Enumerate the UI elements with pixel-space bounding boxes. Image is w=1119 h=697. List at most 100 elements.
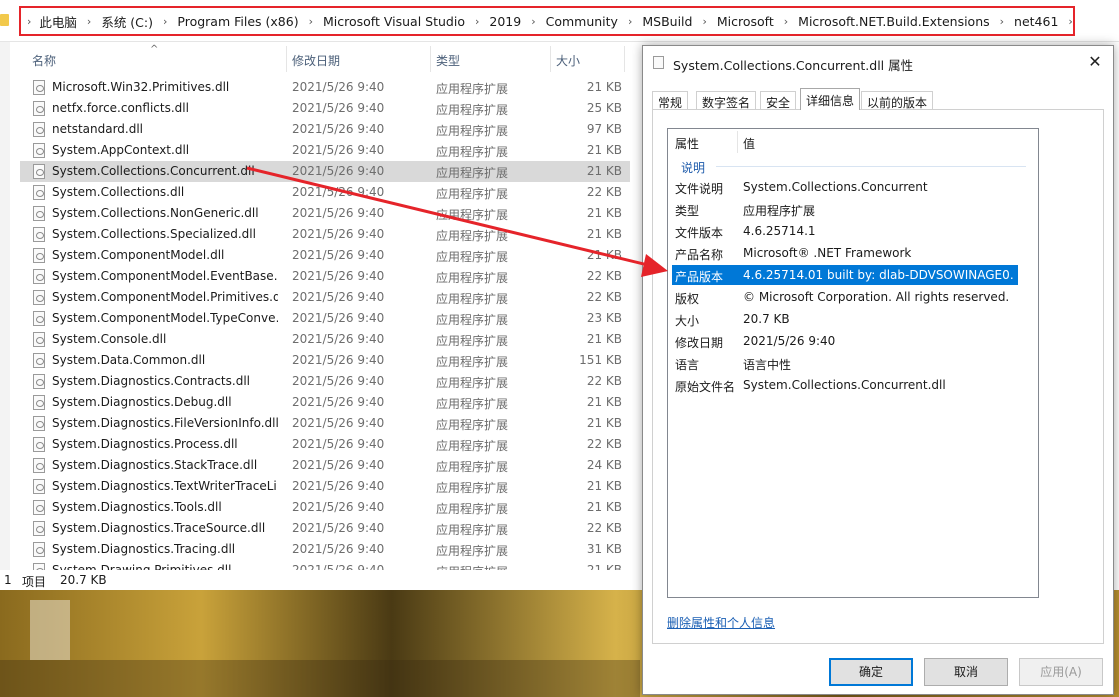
file-row[interactable]: System.Diagnostics.Process.dll 2021/5/26 … (20, 434, 630, 455)
breadcrumb[interactable]: › 此电脑 › 系统 (C:) › Program Files (x86) › Microso… (19, 6, 1075, 36)
file-row[interactable]: System.Collections.Specialized.dll 2021/5… (20, 224, 630, 245)
breadcrumb-item[interactable]: Community (546, 14, 618, 29)
dll-file-icon (33, 122, 45, 137)
column-header-size[interactable]: 大小 (556, 52, 580, 69)
file-row[interactable]: System.Collections.NonGeneric.dll 2021/5/… (20, 203, 630, 224)
file-type: 应用程序扩展 (436, 166, 509, 180)
file-row[interactable]: System.ComponentModel.EventBase… 2021/5/2… (20, 266, 630, 287)
dialog-title-bar[interactable]: System.Collections.Concurrent.dll 属性 ✕ (643, 46, 1113, 78)
property-row[interactable]: 版权 © Microsoft Corporation. All rights re… (672, 287, 1018, 307)
breadcrumb-item[interactable]: Microsoft (717, 14, 774, 29)
chevron-right-icon[interactable]: › (1000, 15, 1004, 28)
chevron-right-icon[interactable]: › (531, 15, 535, 28)
property-key: 版权 (675, 292, 700, 306)
tab-0[interactable]: 常规 (652, 91, 689, 110)
chevron-right-icon[interactable]: › (1068, 15, 1072, 28)
file-row[interactable]: System.ComponentModel.TypeConve… 2021/5/2… (20, 308, 630, 329)
property-row[interactable]: 类型 应用程序扩展 (672, 199, 1018, 219)
column-header-type[interactable]: 类型 (436, 52, 460, 69)
tab-1[interactable]: 数字签名 (696, 91, 757, 110)
property-row[interactable]: 文件版本 4.6.25714.1 (672, 221, 1018, 241)
file-row[interactable]: System.Drawing.Primitives.dll 2021/5/26 9… (20, 560, 630, 570)
cancel-button[interactable]: 取消 (924, 658, 1008, 686)
tab-3[interactable]: 详细信息 (800, 88, 861, 110)
file-name: System.Console.dll (52, 332, 167, 346)
property-row[interactable]: 原始文件名 System.Collections.Concurrent.dll (672, 375, 1018, 395)
dll-file-icon (33, 290, 45, 305)
breadcrumb-item[interactable]: 系统 (C:) (101, 12, 153, 31)
column-header-name[interactable]: 名称 (32, 52, 56, 69)
sort-ascending-icon: ^ (150, 44, 159, 55)
file-type: 应用程序扩展 (436, 439, 509, 453)
file-row[interactable]: System.Diagnostics.Debug.dll 2021/5/26 9:… (20, 392, 630, 413)
chevron-right-icon[interactable]: › (27, 15, 31, 28)
file-row[interactable]: System.Collections.Concurrent.dll 2021/5/… (20, 161, 630, 182)
file-row[interactable]: System.Diagnostics.TraceSource.dll 2021/5… (20, 518, 630, 539)
property-row[interactable]: 产品版本 4.6.25714.01 built by: dlab-DDVSOWIN… (672, 265, 1018, 285)
file-date: 2021/5/26 9:40 (292, 563, 385, 570)
file-type: 应用程序扩展 (436, 418, 509, 432)
file-name: netfx.force.conflicts.dll (52, 101, 189, 115)
property-header-value[interactable]: 值 (743, 135, 755, 152)
chevron-right-icon[interactable]: › (309, 15, 313, 28)
breadcrumb-item[interactable]: 2019 (489, 14, 521, 29)
file-row[interactable]: System.Diagnostics.Tracing.dll 2021/5/26 … (20, 539, 630, 560)
file-row[interactable]: System.ComponentModel.Primitives.dll 2021… (20, 287, 630, 308)
breadcrumb-item[interactable]: Microsoft.NET.Build.Extensions (798, 14, 989, 29)
file-name: System.Diagnostics.TraceSource.dll (52, 521, 266, 535)
status-bar: 1 项目 20.7 KB (0, 570, 640, 590)
tab-4[interactable]: 以前的版本 (861, 91, 934, 110)
apply-button[interactable]: 应用(A) (1019, 658, 1103, 686)
property-row[interactable]: 语言 语言中性 (672, 353, 1018, 373)
dll-file-icon (653, 56, 664, 69)
column-divider[interactable] (286, 46, 287, 72)
property-row[interactable]: 文件说明 System.Collections.Concurrent (672, 177, 1018, 197)
file-row[interactable]: Microsoft.Win32.Primitives.dll 2021/5/26 … (20, 77, 630, 98)
file-row[interactable]: System.Diagnostics.Tools.dll 2021/5/26 9:… (20, 497, 630, 518)
file-row[interactable]: System.Console.dll 2021/5/26 9:40 应用程序扩展 21… (20, 329, 630, 350)
file-row[interactable]: System.Diagnostics.FileVersionInfo.dll 20… (20, 413, 630, 434)
property-row[interactable]: 修改日期 2021/5/26 9:40 (672, 331, 1018, 351)
file-date: 2021/5/26 9:40 (292, 185, 385, 199)
column-divider[interactable] (737, 131, 738, 153)
tab-2[interactable]: 安全 (760, 91, 797, 110)
chevron-right-icon[interactable]: › (628, 15, 632, 28)
chevron-right-icon[interactable]: › (163, 15, 167, 28)
column-divider[interactable] (430, 46, 431, 72)
file-row[interactable]: System.Data.Common.dll 2021/5/26 9:40 应用程序… (20, 350, 630, 371)
property-value: 应用程序扩展 (743, 204, 816, 218)
file-list[interactable]: Microsoft.Win32.Primitives.dll 2021/5/26 … (20, 77, 630, 570)
property-header-key[interactable]: 属性 (675, 135, 699, 152)
breadcrumb-item[interactable]: 此电脑 (39, 12, 77, 31)
property-row[interactable]: 产品名称 Microsoft® .NET Framework (672, 243, 1018, 263)
file-row[interactable]: System.Collections.dll 2021/5/26 9:40 应用程序… (20, 182, 630, 203)
file-row[interactable]: System.Diagnostics.TextWriterTraceLi… 202… (20, 476, 630, 497)
breadcrumb-item[interactable]: net461 (1014, 14, 1058, 29)
chevron-right-icon[interactable]: › (87, 15, 91, 28)
property-list-header: 属性 值 (668, 129, 1038, 155)
file-size: 97 KB (586, 122, 622, 136)
column-divider[interactable] (624, 46, 625, 72)
breadcrumb-item[interactable]: MSBuild (642, 14, 692, 29)
chevron-right-icon[interactable]: › (475, 15, 479, 28)
address-bar[interactable]: › 此电脑 › 系统 (C:) › Program Files (x86) › Microso… (0, 0, 1119, 42)
column-divider[interactable] (550, 46, 551, 72)
file-row[interactable]: System.AppContext.dll 2021/5/26 9:40 应用程序扩… (20, 140, 630, 161)
property-list[interactable]: 属性 值 说明 文件说明 System.Collections.Concurren… (667, 128, 1039, 598)
close-icon[interactable]: ✕ (1083, 51, 1107, 73)
file-row[interactable]: System.ComponentModel.dll 2021/5/26 9:40 应… (20, 245, 630, 266)
property-row[interactable]: 大小 20.7 KB (672, 309, 1018, 329)
file-row[interactable]: System.Diagnostics.StackTrace.dll 2021/5/… (20, 455, 630, 476)
breadcrumb-item[interactable]: Program Files (x86) (177, 14, 298, 29)
chevron-right-icon[interactable]: › (702, 15, 706, 28)
file-row[interactable]: netstandard.dll 2021/5/26 9:40 应用程序扩展 97 KB (20, 119, 630, 140)
property-key: 产品版本 (675, 270, 724, 284)
ok-button[interactable]: 确定 (829, 658, 913, 686)
file-row[interactable]: netfx.force.conflicts.dll 2021/5/26 9:40 应… (20, 98, 630, 119)
file-type: 应用程序扩展 (436, 250, 509, 264)
file-row[interactable]: System.Diagnostics.Contracts.dll 2021/5/2… (20, 371, 630, 392)
breadcrumb-item[interactable]: Microsoft Visual Studio (323, 14, 465, 29)
column-header-date[interactable]: 修改日期 (292, 52, 340, 69)
chevron-right-icon[interactable]: › (784, 15, 788, 28)
remove-properties-link[interactable]: 删除属性和个人信息 (667, 614, 775, 631)
